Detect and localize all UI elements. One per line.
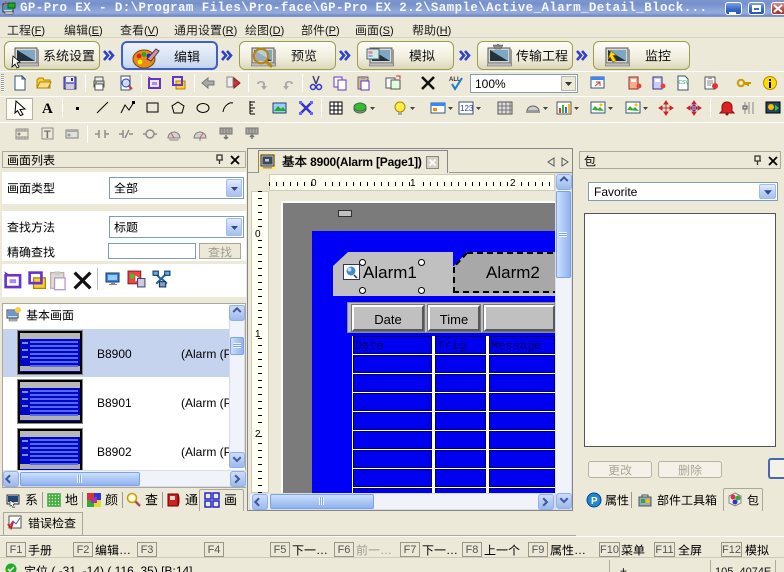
svg-text:Trig: Trig [437, 339, 466, 353]
svg-text:P: P [591, 496, 598, 507]
svg-text:2: 2 [510, 178, 516, 189]
svg-text:T: T [44, 129, 51, 141]
svg-text:123: 123 [460, 104, 474, 113]
svg-text:CSV: CSV [679, 80, 690, 86]
svg-text:0: 0 [255, 229, 261, 240]
svg-text:0: 0 [311, 178, 317, 189]
svg-text:1: 1 [410, 178, 416, 189]
svg-text:Message: Message [491, 339, 541, 353]
svg-text:A: A [42, 101, 53, 116]
svg-text:Date: Date [355, 339, 384, 353]
svg-text:1: 1 [255, 329, 261, 340]
svg-text:2: 2 [255, 429, 261, 440]
